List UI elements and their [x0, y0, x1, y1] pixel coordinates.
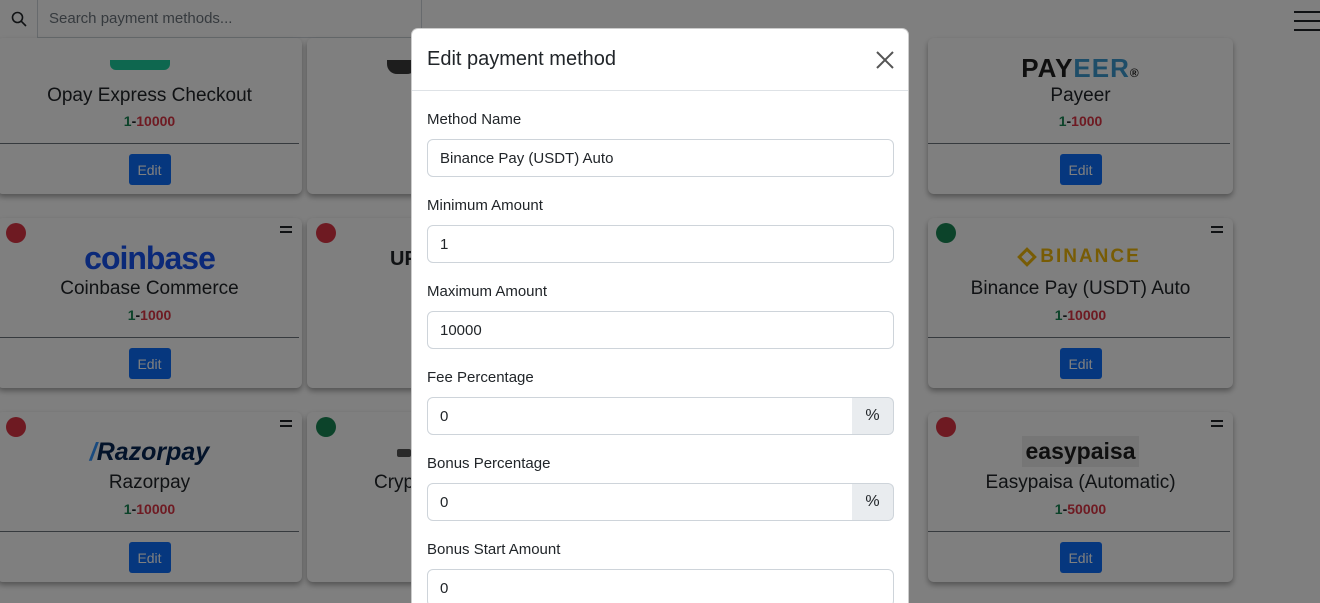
modal-title: Edit payment method	[427, 48, 616, 70]
close-icon[interactable]	[875, 50, 895, 70]
bonus-start-amount-input[interactable]	[427, 569, 894, 603]
minimum-amount-input[interactable]	[427, 225, 894, 263]
maximum-amount-input[interactable]	[427, 311, 894, 349]
bonus-percentage-label: Bonus Percentage	[427, 455, 551, 472]
modal-header: Edit payment method	[412, 29, 908, 91]
percent-addon: %	[852, 397, 894, 435]
fee-percentage-input[interactable]	[427, 397, 853, 435]
fee-percentage-label: Fee Percentage	[427, 369, 534, 386]
bonus-percentage-input[interactable]	[427, 483, 853, 521]
maximum-amount-label: Maximum Amount	[427, 283, 548, 300]
percent-addon: %	[852, 483, 894, 521]
method-name-label: Method Name	[427, 111, 522, 128]
edit-payment-method-modal: Edit payment method Method Name Minimum …	[411, 28, 909, 603]
minimum-amount-label: Minimum Amount	[427, 197, 543, 214]
method-name-input[interactable]	[427, 139, 894, 177]
bonus-start-amount-label: Bonus Start Amount	[427, 541, 561, 558]
